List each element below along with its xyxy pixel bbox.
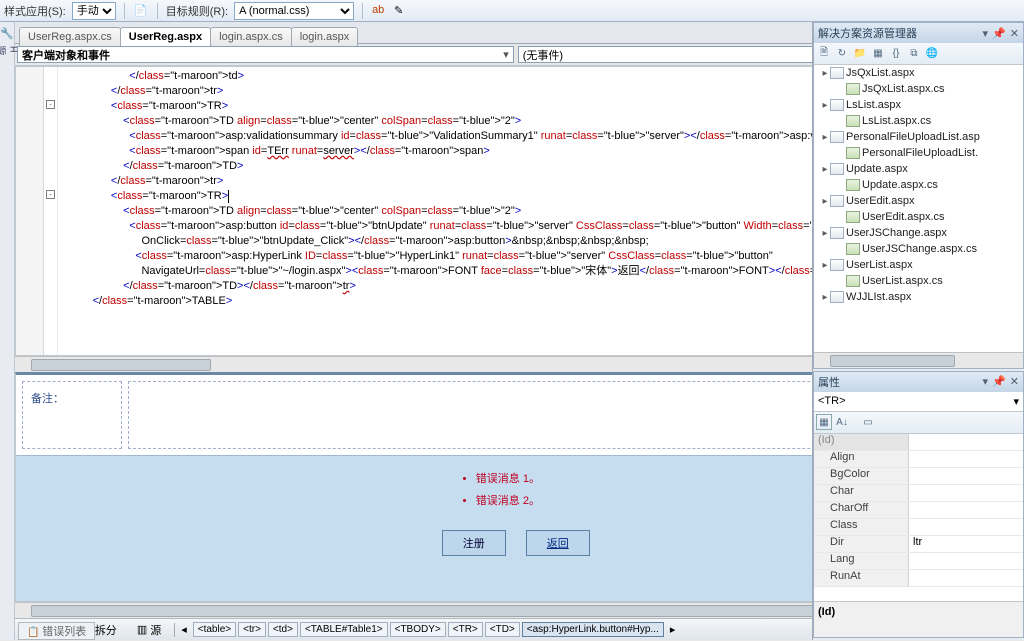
property-row[interactable]: RunAt: [814, 570, 1023, 587]
tree-item[interactable]: Update.aspx.cs: [814, 177, 1023, 193]
panel-dropdown-icon[interactable]: ▾: [983, 27, 989, 40]
breadcrumb-item[interactable]: <TABLE#Table1>: [300, 622, 388, 637]
error-list-tab[interactable]: 📋 错误列表: [18, 622, 95, 640]
solution-toolbar: 🗎 ↻ 📁 ▦ {} ⧉ 🌐: [814, 43, 1023, 65]
tree-item[interactable]: ▸UserJSChange.aspx: [814, 225, 1023, 241]
se-code-icon[interactable]: {}: [888, 46, 904, 62]
breadcrumb-item[interactable]: <TR>: [448, 622, 483, 637]
style-apply-select[interactable]: 手动: [72, 2, 116, 20]
crumb-nav-left-icon[interactable]: ◂: [181, 623, 187, 636]
property-row[interactable]: Class: [814, 519, 1023, 536]
tree-item[interactable]: ▸WJJLIst.aspx: [814, 289, 1023, 305]
tree-item[interactable]: UserEdit.aspx.cs: [814, 209, 1023, 225]
tree-item[interactable]: ▸UserEdit.aspx: [814, 193, 1023, 209]
properties-object-select[interactable]: <TR>▾: [814, 392, 1023, 412]
tree-item[interactable]: ▸PersonalFileUploadList.asp: [814, 129, 1023, 145]
prop-pages-icon[interactable]: ▭: [860, 414, 876, 430]
properties-toolbar: ▦ A↓ ▭: [814, 412, 1023, 434]
se-showall-icon[interactable]: ▦: [870, 46, 886, 62]
style-toolbar: 样式应用(S): 手动 📄 目标规则(R): A (normal.css) ab…: [0, 0, 1024, 22]
panel-dropdown-icon[interactable]: ▾: [983, 375, 989, 388]
left-tool-rail: 🔧 H源: [0, 22, 15, 640]
tree-item[interactable]: ▸LsList.aspx: [814, 97, 1023, 113]
panel-close-icon[interactable]: ✕: [1010, 27, 1019, 40]
file-tab[interactable]: UserReg.aspx: [120, 27, 211, 46]
breadcrumb-item[interactable]: <td>: [268, 622, 298, 637]
tree-item[interactable]: LsList.aspx.cs: [814, 113, 1023, 129]
se-copy-icon[interactable]: ⧉: [906, 46, 922, 62]
file-tab[interactable]: UserReg.aspx.cs: [19, 27, 121, 46]
property-row[interactable]: Lang: [814, 553, 1023, 570]
tree-item[interactable]: JsQxList.aspx.cs: [814, 81, 1023, 97]
panel-close-icon[interactable]: ✕: [1010, 375, 1019, 388]
tree-item[interactable]: UserJSChange.aspx.cs: [814, 241, 1023, 257]
property-row[interactable]: CharOff: [814, 502, 1023, 519]
tree-item[interactable]: ▸JsQxList.aspx: [814, 65, 1023, 81]
property-row[interactable]: Char: [814, 485, 1023, 502]
line-gutter: [16, 67, 44, 355]
target-rule-label: 目标规则(R):: [166, 3, 228, 19]
breadcrumb-item[interactable]: <tr>: [238, 622, 266, 637]
file-tab[interactable]: login.aspx.cs: [210, 27, 292, 46]
property-row[interactable]: BgColor: [814, 468, 1023, 485]
breadcrumb-item[interactable]: <asp:HyperLink.button#Hyp...: [522, 622, 664, 637]
register-button[interactable]: 注册: [442, 530, 506, 556]
tree-item[interactable]: UserList.aspx.cs: [814, 273, 1023, 289]
style-btn-1[interactable]: 📄: [133, 3, 149, 19]
properties-help: (Id): [814, 601, 1023, 637]
remark-cell: 备注：: [22, 381, 122, 449]
property-row[interactable]: Dirltr: [814, 536, 1023, 553]
properties-grid[interactable]: (Id)AlignBgColorCharCharOffClassDirltrLa…: [814, 434, 1023, 601]
toolbox-icon[interactable]: 🔧: [0, 26, 14, 40]
fold-column[interactable]: --: [44, 67, 58, 355]
server-explorer-icon[interactable]: H源: [0, 46, 14, 60]
solution-hscroll[interactable]: [814, 352, 1023, 368]
properties-header[interactable]: 属性 ▾📌✕: [814, 372, 1023, 392]
crumb-nav-right-icon[interactable]: ▸: [670, 623, 676, 636]
se-properties-icon[interactable]: 🗎: [816, 46, 832, 62]
object-dropdown[interactable]: 客户端对象和事件▾: [17, 46, 514, 63]
prop-alpha-icon[interactable]: A↓: [834, 414, 850, 430]
tree-item[interactable]: ▸UserList.aspx: [814, 257, 1023, 273]
property-row[interactable]: (Id): [814, 434, 1023, 451]
property-row[interactable]: Align: [814, 451, 1023, 468]
style-apply-label: 样式应用(S):: [4, 3, 66, 19]
se-nest-icon[interactable]: 📁: [852, 46, 868, 62]
tb-btn-ab[interactable]: ab: [371, 3, 387, 19]
solution-tree[interactable]: ▸JsQxList.aspxJsQxList.aspx.cs▸LsList.as…: [814, 65, 1023, 352]
panel-pin-icon[interactable]: 📌: [992, 375, 1006, 388]
breadcrumb-item[interactable]: <TD>: [485, 622, 520, 637]
prop-categorized-icon[interactable]: ▦: [816, 414, 832, 430]
breadcrumb-item[interactable]: <table>: [193, 622, 236, 637]
view-source[interactable]: ▥源: [130, 619, 168, 641]
back-hyperlink[interactable]: 返回: [526, 530, 590, 556]
se-refresh-icon[interactable]: ↻: [834, 46, 850, 62]
tb-btn-pencil-icon[interactable]: ✎: [393, 3, 409, 19]
target-rule-select[interactable]: A (normal.css): [234, 2, 354, 20]
tree-item[interactable]: PersonalFileUploadList.: [814, 145, 1023, 161]
solution-explorer-header[interactable]: 解决方案资源管理器 ▾📌✕: [814, 23, 1023, 43]
se-view-icon[interactable]: 🌐: [924, 46, 940, 62]
breadcrumb-item[interactable]: <TBODY>: [390, 622, 446, 637]
panel-pin-icon[interactable]: 📌: [992, 27, 1006, 40]
tree-item[interactable]: ▸Update.aspx: [814, 161, 1023, 177]
file-tab[interactable]: login.aspx: [291, 27, 359, 46]
